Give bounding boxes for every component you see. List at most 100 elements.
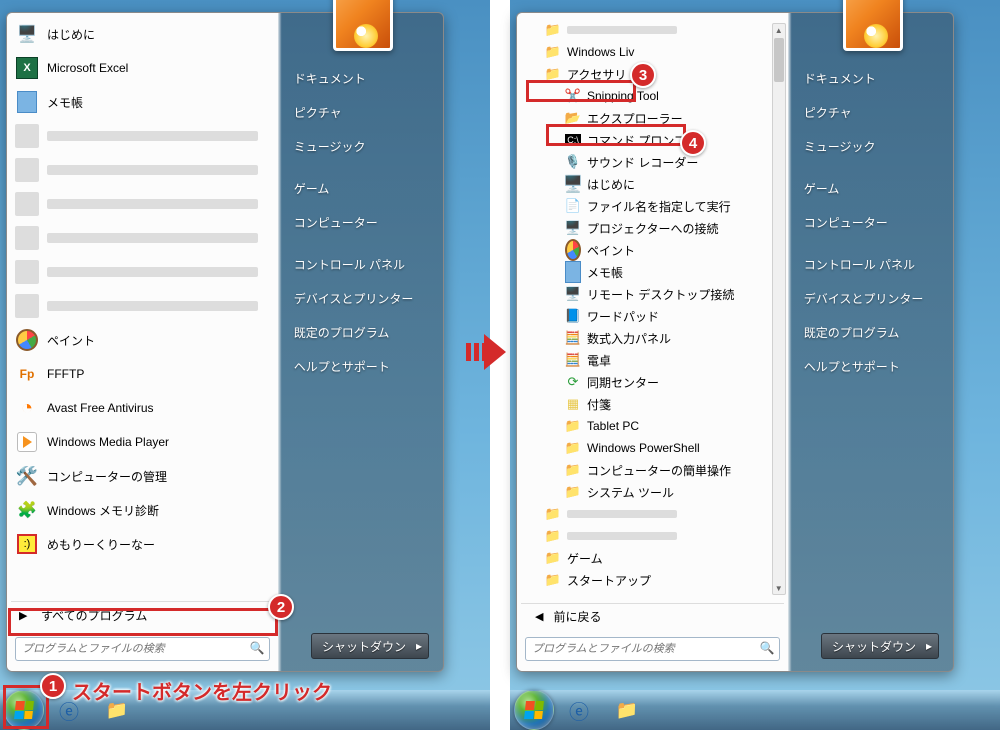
program-item-コンピューターの管理[interactable]: 🛠️コンピューターの管理 [7,459,278,493]
tree-label: 電卓 [587,352,611,369]
program-item-メモ帳[interactable]: メモ帳 [7,85,278,119]
program-label: はじめに [47,26,95,43]
excel-icon: X [15,56,39,80]
redacted-label [47,199,258,209]
tree-item-はじめに[interactable]: 🖥️はじめに [517,173,788,195]
side-item-コンピューター[interactable]: コンピューター [284,205,437,239]
tree-item-同期センター[interactable]: ⟳同期センター [517,371,788,393]
scroll-thumb[interactable] [774,38,784,82]
program-item-blank[interactable] [7,187,278,221]
tree-item-コンピューターの簡単操作[interactable]: 📁コンピューターの簡単操作 [517,459,788,481]
taskbar-explorer-button[interactable]: 📁 [604,693,650,727]
side-item-ピクチャ[interactable]: ピクチャ [284,95,437,129]
hajimeni-icon: 🖥️ [15,22,39,46]
tree-item-リモート デスクトップ接続[interactable]: 🖥️リモート デスクトップ接続 [517,283,788,305]
tree-item-メモ帳[interactable]: メモ帳 [517,261,788,283]
tree-label: はじめに [587,176,635,193]
program-item-blank[interactable] [7,255,278,289]
program-item-FFFTP[interactable]: Fp FFFTP [7,357,278,391]
tree-label: スタートアップ [567,572,651,589]
scrollbar[interactable]: ▲ ▼ [772,23,786,595]
tree-item-Windows PowerShell[interactable]: 📁Windows PowerShell [517,437,788,459]
side-item-ゲーム[interactable]: ゲーム [794,171,947,205]
program-item-ペイント[interactable]: ペイント [7,323,278,357]
program-item-blank[interactable] [7,153,278,187]
tree-label: Windows PowerShell [587,441,700,455]
side-item-ドキュメント[interactable]: ドキュメント [794,61,947,95]
scroll-down-icon[interactable]: ▼ [773,582,785,594]
program-item-Avast Free Antivirus[interactable]: ◔Avast Free Antivirus [7,391,278,425]
program-item-めもりーくりーなー[interactable]: :)めもりーくりーなー [7,527,278,561]
tree-item-コマンド プロンプト[interactable]: C:\コマンド プロンプト [517,129,788,151]
side-item-ミュージック[interactable]: ミュージック [794,129,947,163]
program-item-Windows メモリ診断[interactable]: 🧩 Windows メモリ診断 [7,493,278,527]
side-item-コンピューター[interactable]: コンピューター [794,205,947,239]
side-item-デバイスとプリンター[interactable]: デバイスとプリンター [794,281,947,315]
program-item-Microsoft Excel[interactable]: XMicrosoft Excel [7,51,278,85]
tree-item-blank[interactable]: 📁 [517,503,788,525]
tree-item-スタートアップ[interactable]: 📁スタートアップ [517,569,788,591]
all-programs-button[interactable]: ▶ すべてのプログラム [11,601,274,629]
shutdown-button[interactable]: シャットダウン [311,633,429,659]
side-item-ドキュメント[interactable]: ドキュメント [284,61,437,95]
tree-item-プロジェクターへの接続[interactable]: 🖥️プロジェクターへの接続 [517,217,788,239]
program-label: Windows メモリ診断 [47,502,159,519]
wmp-icon [15,430,39,454]
folder-icon: 📁 [545,506,561,522]
back-button[interactable]: ◀ 前に戻る [521,603,784,629]
tree-item-Tablet PC[interactable]: 📁Tablet PC [517,415,788,437]
tree-label: コンピューターの簡単操作 [587,462,731,479]
search-input[interactable] [15,637,270,661]
shutdown-button[interactable]: シャットダウン [821,633,939,659]
redacted-label [47,131,258,141]
tree-item-blank[interactable]: 📁 [517,19,788,41]
windows-logo-icon [524,701,544,719]
redacted-label [567,510,677,518]
tree-item-電卓[interactable]: 🧮電卓 [517,349,788,371]
paint-icon [15,328,39,352]
side-item-既定のプログラム[interactable]: 既定のプログラム [284,315,437,349]
user-avatar[interactable] [843,0,903,51]
mem-icon: 🧩 [15,498,39,522]
program-label: FFFTP [47,367,84,381]
scroll-up-icon[interactable]: ▲ [773,24,785,36]
tree-item-Snipping Tool[interactable]: ✂️Snipping Tool [517,85,788,107]
tree-item-システム ツール[interactable]: 📁 システム ツール [517,481,788,503]
tree-item-blank[interactable]: 📁 [517,525,788,547]
program-item-Windows Media Player[interactable]: Windows Media Player [7,425,278,459]
start-button[interactable] [4,690,44,730]
start-button[interactable] [514,690,554,730]
program-item-はじめに[interactable]: 🖥️ はじめに [7,17,278,51]
program-label: Windows Media Player [47,435,169,449]
side-item-ピクチャ[interactable]: ピクチャ [794,95,947,129]
side-item-ヘルプとサポート[interactable]: ヘルプとサポート [794,349,947,383]
program-item-blank[interactable] [7,119,278,153]
side-item-既定のプログラム[interactable]: 既定のプログラム [794,315,947,349]
program-item-blank[interactable] [7,289,278,323]
tree-item-付箋[interactable]: ▦付箋 [517,393,788,415]
tree-label: サウンド レコーダー [587,154,698,171]
tree-item-Windows Liv[interactable]: 📁Windows Liv [517,41,788,63]
tree-item-数式入力パネル[interactable]: 🧮数式入力パネル [517,327,788,349]
taskbar-ie-button[interactable]: ⓔ [556,693,602,727]
side-item-ゲーム[interactable]: ゲーム [284,171,437,205]
tree-item-ペイント[interactable]: ペイント [517,239,788,261]
memcl-icon: :) [15,532,39,556]
tree-item-ワードパッド[interactable]: 📘ワードパッド [517,305,788,327]
tree-label: メモ帳 [587,264,623,281]
folder-icon: 📁 [565,484,581,500]
side-item-ミュージック[interactable]: ミュージック [284,129,437,163]
tree-item-エクスプローラー[interactable]: 📂エクスプローラー [517,107,788,129]
ffftp-icon: Fp [15,362,39,386]
side-item-デバイスとプリンター[interactable]: デバイスとプリンター [284,281,437,315]
side-item-ヘルプとサポート[interactable]: ヘルプとサポート [284,349,437,383]
program-item-blank[interactable] [7,221,278,255]
tree-item-サウンド レコーダー[interactable]: 🎙️サウンド レコーダー [517,151,788,173]
search-input[interactable] [525,637,780,661]
tree-item-ファイル名を指定して実行[interactable]: 📄ファイル名を指定して実行 [517,195,788,217]
tree-item-ゲーム[interactable]: 📁ゲーム [517,547,788,569]
tree-label: システム ツール [587,484,674,501]
side-item-コントロール パネル[interactable]: コントロール パネル [794,247,947,281]
side-item-コントロール パネル[interactable]: コントロール パネル [284,247,437,281]
folder-icon: 📁 [565,418,581,434]
